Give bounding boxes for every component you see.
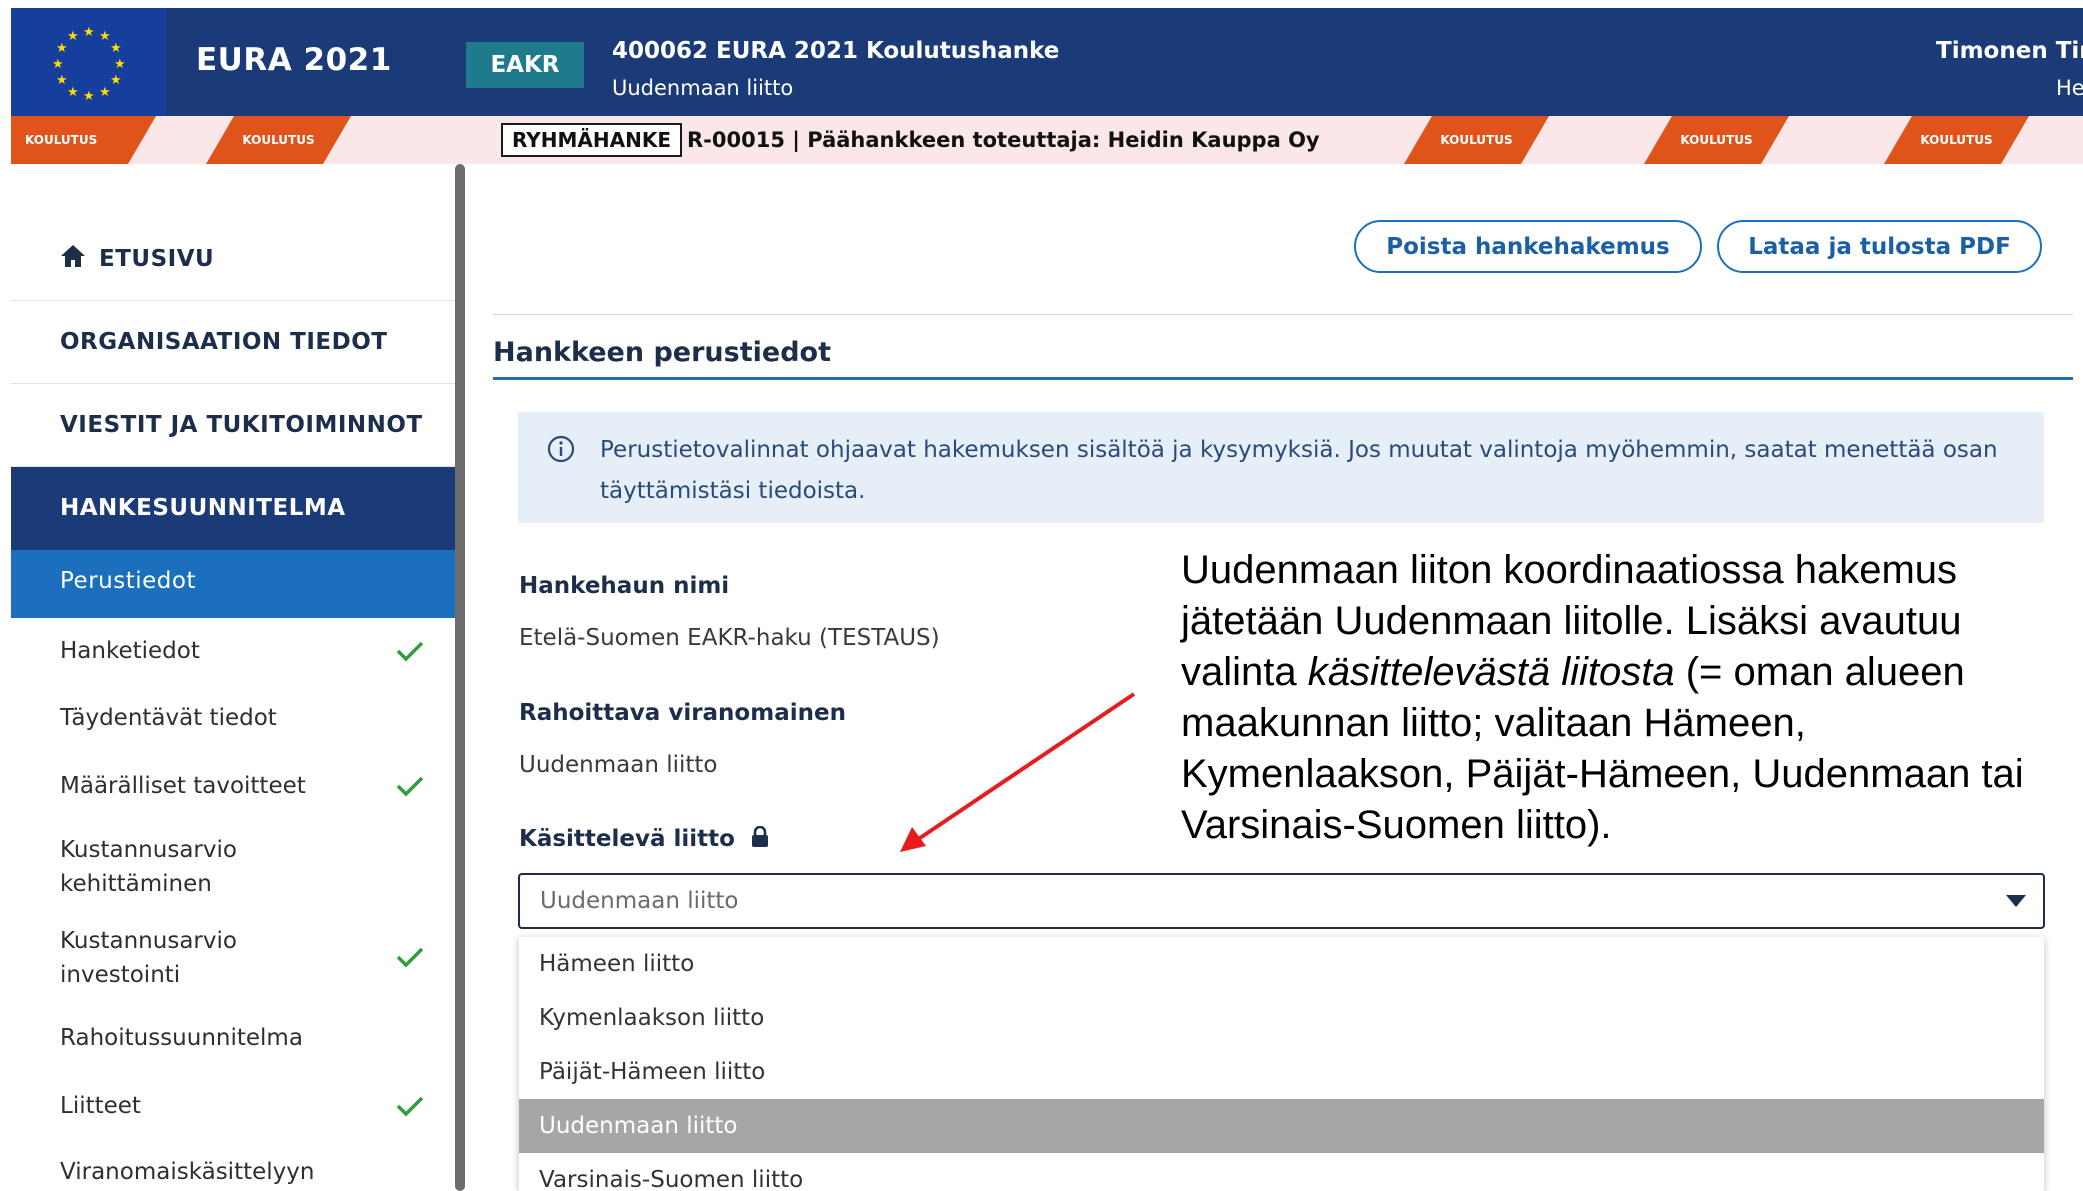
- sidebar-item-organisation[interactable]: ORGANISAATION TIEDOT: [11, 301, 455, 384]
- section-title: Hankkeen perustiedot: [493, 337, 831, 368]
- sidebar-item-financing-plan[interactable]: Rahoitussuunnitelma: [60, 1021, 303, 1055]
- handling-council-label: Käsittelevä liitto: [519, 826, 769, 852]
- project-organisation: Uudenmaan liitto: [612, 76, 794, 100]
- check-icon: [396, 947, 424, 968]
- app-brand[interactable]: EURA 2021: [196, 42, 392, 78]
- fund-badge: EAKR: [466, 42, 584, 88]
- section-underline: [493, 377, 2073, 380]
- svg-text:★: ★: [83, 89, 95, 102]
- sidebar-navigation: ETUSIVU ORGANISAATION TIEDOT VIESTIT JA …: [11, 164, 455, 1191]
- sidebar-item-home[interactable]: ETUSIVU: [11, 164, 455, 301]
- svg-text:★: ★: [110, 73, 122, 88]
- svg-text:★: ★: [67, 29, 79, 44]
- svg-text:★: ★: [67, 85, 79, 100]
- annotation-arrow-icon: [900, 692, 1136, 852]
- eu-flag-logo: ★ ★ ★ ★ ★ ★ ★ ★ ★ ★ ★ ★: [11, 8, 166, 116]
- sidebar-item-supplementary-info[interactable]: Täydentävät tiedot: [60, 701, 277, 735]
- handling-council-label-text: Käsittelevä liitto: [519, 826, 735, 852]
- svg-text:★: ★: [99, 85, 111, 100]
- user-organisation: He: [2056, 76, 2083, 100]
- sidebar-item-cost-estimate-development[interactable]: Kustannusarvio kehittäminen: [60, 833, 360, 901]
- info-icon: [547, 435, 575, 463]
- project-title: 400062 EURA 2021 Koulutushanke: [612, 38, 1060, 64]
- annotation-callout: Uudenmaan liiton koordinaatiossa hakemus…: [1181, 545, 2081, 851]
- eu-stars-icon: ★ ★ ★ ★ ★ ★ ★ ★ ★ ★ ★ ★: [52, 25, 126, 102]
- sidebar-scrollbar[interactable]: [455, 164, 465, 1191]
- dropdown-option-varsinais-suomi[interactable]: Varsinais-Suomen liitto: [519, 1153, 2044, 1191]
- select-current-value: Uudenmaan liitto: [540, 888, 739, 914]
- dropdown-option-kymenlaakso[interactable]: Kymenlaakson liitto: [519, 991, 2044, 1045]
- call-name-value: Etelä-Suomen EAKR-haku (TESTAUS): [519, 625, 940, 651]
- delete-application-button[interactable]: Poista hankehakemus: [1354, 220, 1702, 273]
- training-ribbon: KOULUTUS: [206, 116, 351, 164]
- user-name[interactable]: Timonen Tin: [1936, 38, 2083, 64]
- training-ribbon: KOULUTUS: [1644, 116, 1789, 164]
- svg-text:★: ★: [83, 25, 95, 40]
- funding-authority-value: Uudenmaan liitto: [519, 752, 718, 778]
- download-pdf-button[interactable]: Lataa ja tulosta PDF: [1717, 220, 2042, 273]
- group-project-badge: RYHMÄHANKE: [501, 123, 683, 157]
- training-environment-stripe: KOULUTUS KOULUTUS RYHMÄHANKE R-00015 | P…: [11, 116, 2083, 164]
- dropdown-option-paijat-hame[interactable]: Päijät-Hämeen liitto: [519, 1045, 2044, 1099]
- svg-text:★: ★: [110, 41, 122, 56]
- sidebar-item-label: Perustiedot: [60, 568, 196, 594]
- divider: [493, 314, 2073, 315]
- handling-council-dropdown: Hämeen liitto Kymenlaakson liitto Päijät…: [519, 937, 2044, 1191]
- group-project-info: R-00015 | Päähankkeen toteuttaja: Heidin…: [687, 128, 1320, 152]
- sidebar-item-project-info[interactable]: Hanketiedot: [60, 634, 200, 668]
- call-name-label: Hankehaun nimi: [519, 573, 730, 599]
- dropdown-option-hame[interactable]: Hämeen liitto: [519, 937, 2044, 991]
- annotation-emphasis: käsittelevästä liitosta: [1307, 650, 1675, 694]
- info-text: Perustietovalinnat ohjaavat hakemuksen s…: [600, 437, 1998, 504]
- svg-text:★: ★: [56, 73, 68, 88]
- sidebar-item-label: VIESTIT JA TUKITOIMINNOT: [60, 412, 423, 438]
- sidebar-item-attachments[interactable]: Liitteet: [60, 1089, 141, 1123]
- sidebar-item-label: ETUSIVU: [99, 246, 215, 272]
- lock-icon: [751, 826, 768, 847]
- sidebar-item-project-plan[interactable]: HANKESUUNNITELMA: [11, 467, 455, 550]
- sidebar-item-cost-estimate-investment[interactable]: Kustannusarvio investointi: [60, 924, 360, 992]
- training-ribbon: KOULUTUS: [1404, 116, 1549, 164]
- training-ribbon: KOULUTUS: [1884, 116, 2029, 164]
- check-icon: [396, 641, 424, 662]
- svg-text:★: ★: [52, 57, 64, 72]
- sidebar-item-authority-processing[interactable]: Viranomaiskäsittelyyn: [60, 1155, 314, 1189]
- sidebar-item-label: ORGANISAATION TIEDOT: [60, 329, 388, 355]
- funding-authority-label: Rahoittava viranomainen: [519, 700, 846, 726]
- sidebar-item-basic-info[interactable]: Perustiedot: [11, 550, 455, 618]
- svg-text:★: ★: [56, 41, 68, 56]
- chevron-down-icon[interactable]: [2005, 894, 2027, 908]
- dropdown-option-uusimaa[interactable]: Uudenmaan liitto: [519, 1099, 2044, 1153]
- handling-council-select[interactable]: Uudenmaan liitto: [518, 873, 2045, 929]
- svg-text:★: ★: [114, 57, 126, 72]
- sidebar-item-quantitative-targets[interactable]: Määrälliset tavoitteet: [60, 769, 306, 803]
- sidebar-item-messages[interactable]: VIESTIT JA TUKITOIMINNOT: [11, 384, 455, 467]
- check-icon: [396, 1096, 424, 1117]
- training-ribbon: KOULUTUS: [11, 116, 156, 164]
- app-header: ★ ★ ★ ★ ★ ★ ★ ★ ★ ★ ★ ★ EURA 2021 EAKR 4…: [11, 8, 2083, 116]
- info-notice: Perustietovalinnat ohjaavat hakemuksen s…: [518, 412, 2044, 523]
- check-icon: [396, 776, 424, 797]
- sidebar-item-label: HANKESUUNNITELMA: [60, 495, 346, 521]
- svg-text:★: ★: [99, 29, 111, 44]
- home-icon: [61, 245, 85, 267]
